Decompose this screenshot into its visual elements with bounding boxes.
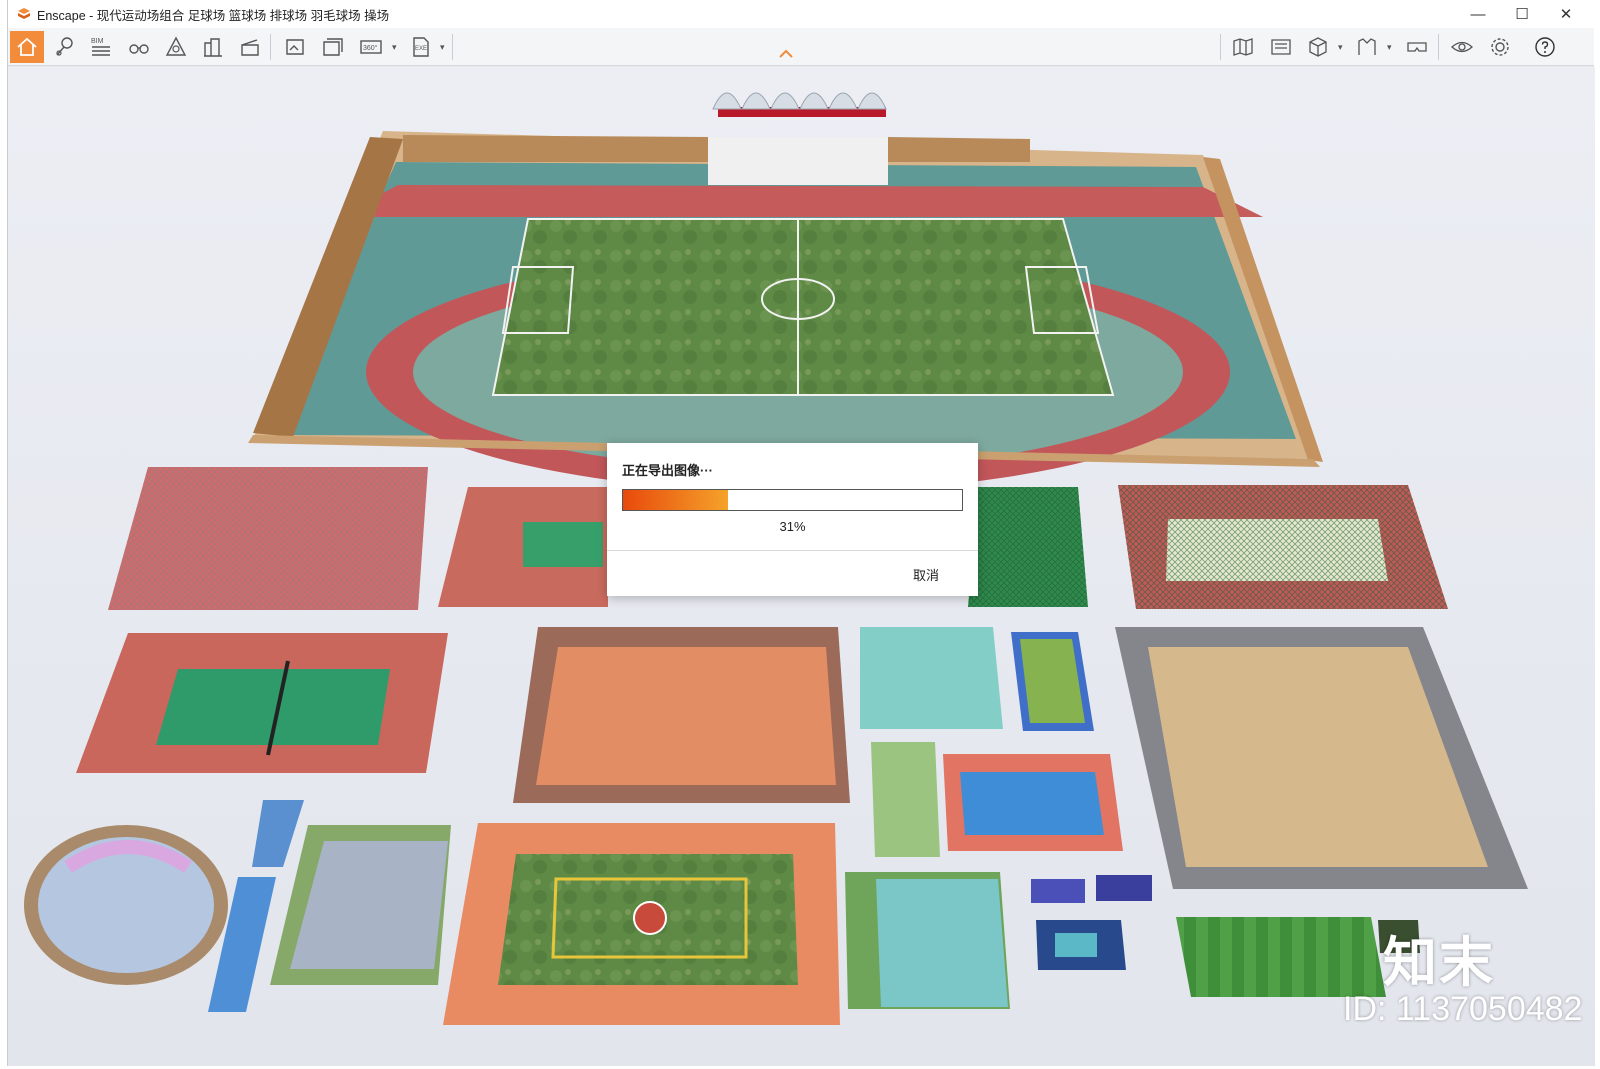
progress-percent: 31%	[779, 519, 806, 534]
gear-icon	[1491, 38, 1509, 56]
green-court-small	[871, 742, 940, 857]
bim-list-icon: BIM	[91, 38, 110, 56]
screenshot-button[interactable]	[278, 31, 312, 63]
maximize-button[interactable]: ☐	[1500, 0, 1544, 28]
svg-text:EXE: EXE	[415, 46, 427, 52]
toolbar-divider	[270, 34, 271, 60]
vr-headset-icon	[1407, 42, 1427, 52]
location-button[interactable]	[48, 31, 82, 63]
batch-render-icon	[323, 38, 343, 56]
map-icon	[1233, 38, 1253, 56]
watermark-id: ID: 1137050482	[1343, 990, 1583, 1028]
export-exe-icon: EXE	[413, 37, 429, 57]
svg-text:BIM: BIM	[91, 38, 104, 45]
panorama-button[interactable]: 360°	[354, 31, 388, 63]
render-viewport[interactable]: 正在导出图像··· 31% 取消 知末 ID: 1137050482	[8, 67, 1595, 1066]
cube-icon	[1309, 37, 1327, 57]
export-exe-button[interactable]: EXE	[404, 31, 438, 63]
toolbar-divider	[452, 34, 453, 60]
window-controls: — ☐ ✕	[1456, 0, 1588, 28]
materials-dropdown-icon[interactable]: ▾	[1387, 42, 1392, 53]
north-grandstand-east	[886, 137, 1030, 162]
home-button[interactable]	[10, 31, 44, 63]
window-title: Enscape - 现代运动场组合 足球场 篮球场 排球场 羽毛球场 操场	[37, 8, 390, 23]
enscape-logo-icon	[18, 8, 30, 19]
collapse-toolbar-chevron-icon[interactable]	[778, 48, 794, 60]
location-pin-icon	[56, 37, 73, 56]
general-settings-button[interactable]	[1483, 31, 1517, 63]
map-button[interactable]	[1226, 31, 1260, 63]
ping-pong-table-2	[1096, 875, 1152, 901]
vr-headset-button[interactable]	[1400, 31, 1434, 63]
ping-pong-table-1	[1031, 879, 1085, 903]
panorama-dropdown-icon[interactable]: ▾	[392, 42, 397, 53]
cancel-button[interactable]: 取消	[913, 565, 939, 584]
main-grandstand	[708, 137, 888, 185]
enscape-window: Enscape - 现代运动场组合 足球场 篮球场 排球场 羽毛球场 操场 — …	[7, 0, 1595, 1066]
toolbar: BIM 360° ▾ EXE ▾ ▾ ▾	[8, 28, 1594, 66]
dialog-divider	[607, 550, 978, 551]
object-dropdown-icon[interactable]: ▾	[1338, 42, 1343, 53]
track-outer-band	[338, 185, 1263, 217]
export-dropdown-icon[interactable]: ▾	[440, 42, 445, 53]
striped-turf	[1176, 917, 1386, 997]
clapperboard-icon	[241, 39, 259, 56]
minimize-button[interactable]: —	[1456, 0, 1500, 28]
orthographic-button[interactable]	[159, 31, 193, 63]
watermark-logo: 知末	[1383, 933, 1495, 993]
toolbar-divider	[1220, 34, 1221, 60]
football-pitch	[493, 219, 1113, 395]
binoculars-icon	[129, 44, 149, 54]
uploads-button[interactable]	[1264, 31, 1298, 63]
buildings-icon	[204, 38, 222, 57]
progress-bar	[622, 489, 963, 511]
eye-icon	[1451, 41, 1473, 53]
views-button[interactable]	[122, 31, 156, 63]
title-bar: Enscape - 现代运动场组合 足球场 篮球场 排球场 羽毛球场 操场 — …	[8, 0, 1594, 28]
help-question-icon	[1535, 37, 1555, 57]
bim-button[interactable]: BIM	[84, 31, 118, 63]
visual-settings-button[interactable]	[1445, 31, 1479, 63]
dialog-title: 正在导出图像···	[622, 463, 713, 478]
light-blue-court	[860, 627, 1003, 729]
panorama-360-icon: 360°	[360, 40, 382, 54]
close-button[interactable]: ✕	[1544, 0, 1588, 28]
svg-text:360°: 360°	[363, 44, 378, 52]
toolbar-divider	[1438, 34, 1439, 60]
north-grandstand	[403, 135, 708, 162]
home-icon	[17, 37, 37, 56]
material-editor-icon	[1358, 38, 1376, 55]
object-button[interactable]	[1301, 31, 1335, 63]
perspective-icon	[165, 36, 187, 56]
help-button[interactable]	[1528, 31, 1562, 63]
export-progress-dialog: 正在导出图像··· 31% 取消	[607, 443, 978, 596]
materials-button[interactable]	[1350, 31, 1384, 63]
export-image-icon	[286, 39, 304, 55]
batch-render-button[interactable]	[316, 31, 350, 63]
video-editor-button[interactable]	[233, 31, 267, 63]
uploads-icon	[1271, 39, 1291, 55]
progress-bar-fill	[623, 490, 729, 510]
assets-button[interactable]	[196, 31, 230, 63]
